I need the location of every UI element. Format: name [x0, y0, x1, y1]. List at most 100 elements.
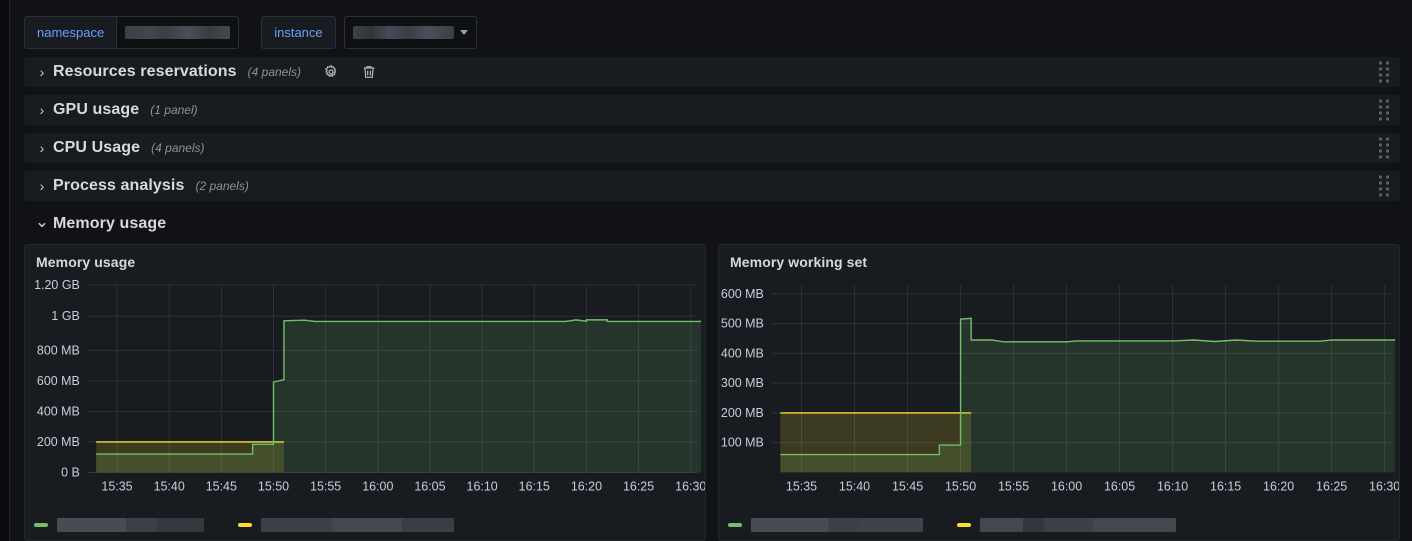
row-header-process-analysis[interactable]: › Process analysis (2 panels): [24, 171, 1400, 201]
variable-namespace-label: namespace: [24, 15, 117, 49]
dashboard-rows: › Resources reservations (4 panels) › GP…: [24, 57, 1400, 247]
timeseries-svg: 0 B 200 MB 400 MB 600 MB 800 MB 1 GB 1.20 GB 15…: [34, 278, 705, 493]
plot-area-memory-working-set[interactable]: 100 MB 200 MB 300 MB 400 MB 500 MB 600 MB 15:3…: [719, 277, 1399, 503]
svg-text:1.20 GB: 1.20 GB: [34, 278, 80, 292]
panel-memory-working-set: Memory working set 100 MB 200 MB 300 MB 400…: [718, 244, 1400, 541]
trash-icon[interactable]: [361, 64, 377, 80]
row-drag-handle[interactable]: [1379, 175, 1389, 197]
row-drag-handle[interactable]: [1379, 61, 1389, 83]
chevron-down-icon: ⌄: [34, 212, 50, 231]
panel-legend: [719, 510, 1399, 540]
svg-text:15:40: 15:40: [154, 479, 185, 493]
svg-text:800 MB: 800 MB: [37, 343, 80, 357]
variable-namespace-value[interactable]: [116, 15, 240, 49]
legend-color-swatch: [957, 523, 971, 527]
panel-title[interactable]: Memory usage: [25, 245, 705, 277]
legend-item[interactable]: [34, 518, 204, 532]
svg-text:15:45: 15:45: [892, 479, 923, 493]
svg-text:16:20: 16:20: [1263, 479, 1294, 493]
row-title: Memory usage: [53, 215, 167, 232]
row-title: Resources reservations: [53, 63, 237, 80]
row-header-cpu-usage[interactable]: › CPU Usage (4 panels): [24, 133, 1400, 163]
svg-text:16:00: 16:00: [362, 479, 393, 493]
svg-text:16:05: 16:05: [1104, 479, 1135, 493]
panel-memory-usage: Memory usage 0 B 200 MB 400 MB 600 MB 800 MB…: [24, 244, 706, 541]
svg-text:16:10: 16:10: [1157, 479, 1188, 493]
svg-text:15:40: 15:40: [839, 479, 870, 493]
row-header-memory-usage[interactable]: ⌄ Memory usage: [24, 209, 1400, 239]
svg-text:16:05: 16:05: [414, 479, 445, 493]
row-title: Process analysis: [53, 177, 185, 194]
svg-text:1 GB: 1 GB: [51, 309, 79, 323]
plot-area-memory-usage[interactable]: 0 B 200 MB 400 MB 600 MB 800 MB 1 GB 1.20 GB 15…: [25, 277, 705, 503]
svg-text:15:55: 15:55: [998, 479, 1029, 493]
legend-item[interactable]: [238, 518, 454, 532]
row-drag-handle[interactable]: [1379, 99, 1389, 121]
svg-text:16:30: 16:30: [1369, 479, 1399, 493]
row-actions: [323, 64, 377, 80]
svg-text:16:25: 16:25: [623, 479, 654, 493]
template-variables-bar: namespace instance: [24, 15, 477, 49]
panel-legend: [25, 510, 705, 540]
svg-text:100 MB: 100 MB: [721, 436, 764, 450]
left-rail: [0, 0, 10, 541]
legend-label-redacted: [261, 518, 454, 532]
legend-color-swatch: [238, 523, 252, 527]
variable-instance-select[interactable]: [343, 15, 477, 49]
row-drag-handle[interactable]: [1379, 137, 1389, 159]
legend-color-swatch: [34, 523, 48, 527]
svg-text:600 MB: 600 MB: [37, 374, 80, 388]
svg-text:15:50: 15:50: [945, 479, 976, 493]
redacted-value: [352, 25, 454, 39]
legend-item[interactable]: [728, 518, 923, 532]
svg-text:16:10: 16:10: [467, 479, 498, 493]
svg-text:200 MB: 200 MB: [721, 406, 764, 420]
legend-color-swatch: [728, 523, 742, 527]
variable-instance[interactable]: instance: [261, 15, 336, 49]
svg-text:500 MB: 500 MB: [721, 317, 764, 331]
legend-label-redacted: [980, 518, 1176, 532]
svg-text:15:50: 15:50: [258, 479, 289, 493]
variable-namespace[interactable]: namespace: [24, 15, 240, 49]
gear-icon[interactable]: [323, 64, 339, 80]
svg-text:15:35: 15:35: [786, 479, 817, 493]
row-title: CPU Usage: [53, 139, 141, 156]
row-header-resources-reservations[interactable]: › Resources reservations (4 panels): [24, 57, 1400, 87]
row-panel-count: (2 panels): [195, 179, 249, 193]
row-panel-count: (4 panels): [247, 65, 302, 79]
svg-text:15:35: 15:35: [101, 479, 132, 493]
redacted-value: [125, 25, 231, 39]
dashboard-root: namespace instance › Resources reservati…: [0, 0, 1412, 541]
variable-instance-value[interactable]: [343, 15, 477, 49]
row-title: GPU usage: [53, 101, 140, 118]
svg-text:15:45: 15:45: [206, 479, 237, 493]
variable-instance-label: instance: [261, 15, 336, 49]
svg-text:15:55: 15:55: [310, 479, 341, 493]
chevron-right-icon: ›: [39, 64, 45, 80]
timeseries-svg: 100 MB 200 MB 300 MB 400 MB 500 MB 600 MB 15:3…: [721, 284, 1399, 493]
svg-text:16:15: 16:15: [1210, 479, 1241, 493]
chevron-down-icon: [459, 29, 468, 35]
row-panel-count: (4 panels): [151, 141, 205, 155]
svg-text:16:30: 16:30: [675, 479, 705, 493]
svg-text:16:25: 16:25: [1316, 479, 1347, 493]
chevron-right-icon: ›: [39, 140, 45, 156]
row-header-gpu-usage[interactable]: › GPU usage (1 panel): [24, 95, 1400, 125]
svg-text:600 MB: 600 MB: [721, 287, 764, 301]
svg-text:16:00: 16:00: [1051, 479, 1082, 493]
svg-text:16:15: 16:15: [519, 479, 550, 493]
chevron-right-icon: ›: [39, 178, 45, 194]
panel-title[interactable]: Memory working set: [719, 245, 1399, 277]
legend-label-redacted: [751, 518, 923, 532]
legend-label-redacted: [57, 518, 204, 532]
chevron-right-icon: ›: [39, 102, 45, 118]
svg-text:400 MB: 400 MB: [37, 404, 80, 418]
panel-grid: Memory usage 0 B 200 MB 400 MB 600 MB 800 MB…: [24, 244, 1400, 541]
svg-text:0 B: 0 B: [61, 465, 80, 479]
svg-text:400 MB: 400 MB: [721, 346, 764, 360]
svg-text:16:20: 16:20: [571, 479, 602, 493]
legend-item[interactable]: [957, 518, 1176, 532]
svg-text:200 MB: 200 MB: [37, 435, 80, 449]
svg-text:300 MB: 300 MB: [721, 376, 764, 390]
row-panel-count: (1 panel): [150, 103, 198, 117]
